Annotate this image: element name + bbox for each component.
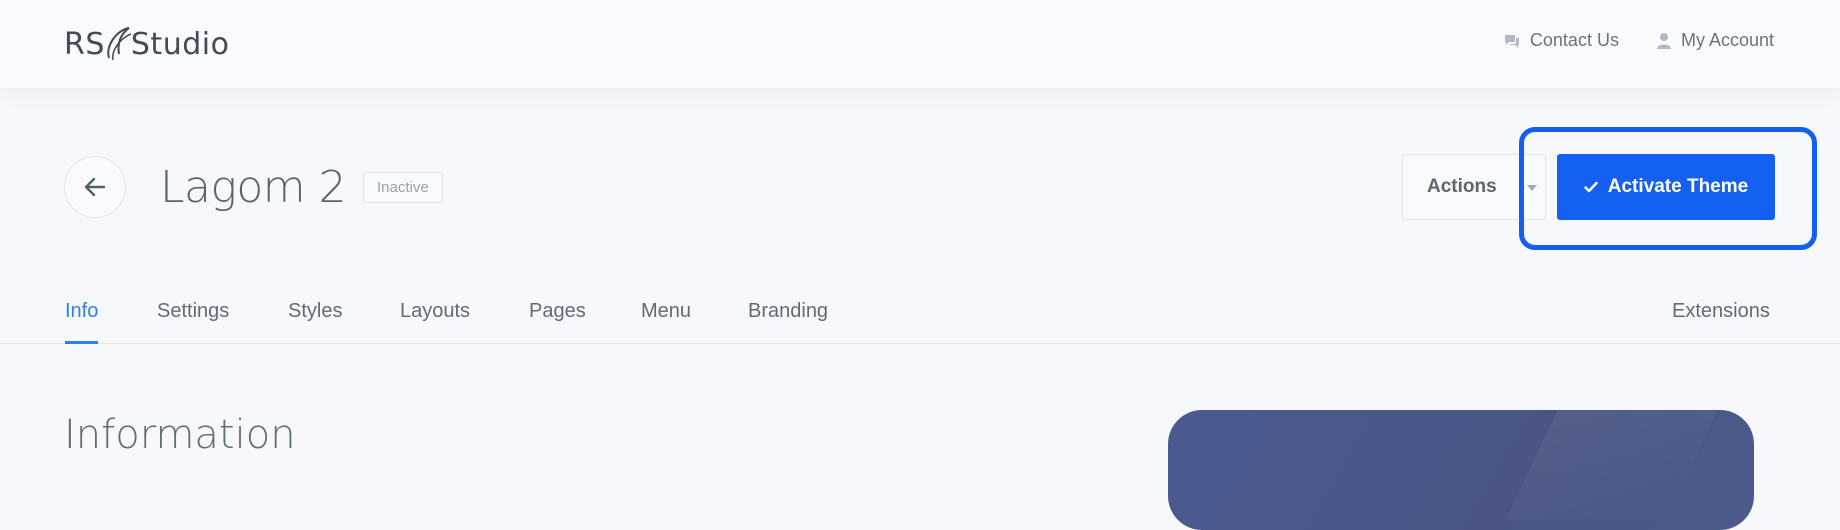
activate-theme-label: Activate Theme	[1607, 176, 1749, 197]
tab-bar: Info Settings Styles Layouts Pages Menu …	[0, 290, 1840, 344]
contact-us-link[interactable]: Contact Us	[1504, 30, 1619, 51]
logo-swirl-icon	[107, 27, 132, 61]
tab-info[interactable]: Info	[65, 300, 99, 344]
check-icon	[1584, 181, 1598, 193]
user-icon	[1656, 32, 1671, 49]
logo-prefix: RS	[64, 26, 105, 62]
my-account-link[interactable]: My Account	[1656, 30, 1774, 51]
actions-dropdown-button[interactable]: Actions	[1402, 154, 1546, 220]
section-title: Information	[64, 412, 296, 458]
tab-extensions[interactable]: Extensions	[1672, 300, 1770, 341]
activate-theme-button[interactable]: Activate Theme	[1557, 154, 1775, 220]
tab-layouts[interactable]: Layouts	[400, 300, 470, 341]
back-button[interactable]	[64, 156, 126, 218]
status-badge: Inactive	[363, 172, 443, 203]
top-links: Contact Us My Account	[1504, 30, 1774, 51]
tab-pages[interactable]: Pages	[529, 300, 586, 341]
preview-decoration	[1506, 410, 1722, 520]
top-bar: RS Studio Contact Us My Account	[0, 0, 1840, 88]
tab-menu[interactable]: Menu	[641, 300, 691, 341]
page-header: Lagom 2 Inactive Actions Activate Theme	[0, 127, 1840, 250]
tab-styles[interactable]: Styles	[288, 300, 342, 341]
logo-name: Studio	[130, 26, 230, 62]
tab-settings[interactable]: Settings	[157, 300, 229, 341]
page-title: Lagom 2	[160, 162, 347, 213]
contact-us-label: Contact Us	[1529, 30, 1619, 50]
my-account-label: My Account	[1680, 30, 1774, 50]
chat-icon	[1504, 34, 1519, 48]
theme-preview-card	[1168, 410, 1754, 530]
arrow-left-icon	[84, 177, 106, 197]
logo[interactable]: RS Studio	[64, 22, 229, 66]
tab-branding[interactable]: Branding	[748, 300, 828, 341]
caret-down-icon	[1527, 185, 1537, 191]
actions-label: Actions	[1427, 176, 1497, 197]
